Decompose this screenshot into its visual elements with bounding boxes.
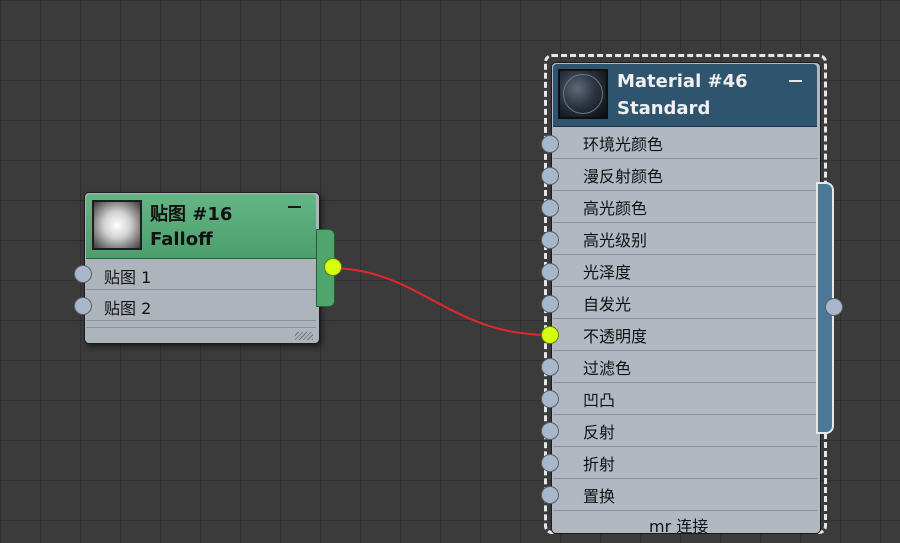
falloff-map-node[interactable]: 贴图 #16 Falloff 贴图 1 贴图 2 (84, 192, 320, 344)
material-slot-row[interactable]: mr 连接 (553, 511, 817, 543)
material-slot-label: 不透明度 (583, 327, 648, 346)
material-slot-label: 漫反射颜色 (583, 167, 664, 186)
falloff-to-opacity-wire[interactable] (332, 267, 550, 336)
material-node[interactable]: Material #46 Standard 环境光颜色 漫反射颜色 高光颜色 高… (541, 54, 841, 536)
material-slot-socket[interactable] (541, 263, 559, 281)
material-slot-label: mr 连接 (649, 517, 709, 536)
material-slot-socket[interactable] (541, 358, 559, 376)
material-minimize-button[interactable] (789, 74, 802, 87)
material-slot-row[interactable]: 高光级别 (553, 223, 817, 255)
falloff-output-socket[interactable] (324, 258, 342, 276)
material-slot-label: 光泽度 (583, 263, 632, 282)
material-slot-row[interactable]: 自发光 (553, 287, 817, 319)
falloff-input-label: 贴图 1 (104, 268, 152, 287)
material-thumbnail (558, 69, 608, 119)
material-slot-socket[interactable] (541, 231, 559, 249)
falloff-node-body[interactable]: 贴图 #16 Falloff 贴图 1 贴图 2 (84, 192, 320, 344)
material-slot-socket[interactable] (541, 486, 559, 504)
material-slot-row[interactable]: 不透明度 (553, 319, 817, 351)
material-node-title: Material #46 (617, 71, 748, 92)
material-slot-row[interactable]: 凹凸 (553, 383, 817, 415)
material-node-header[interactable]: Material #46 Standard (553, 64, 817, 127)
material-slot-row[interactable]: 高光颜色 (553, 191, 817, 223)
material-slot-label: 过滤色 (583, 359, 632, 378)
material-slot-socket-connected[interactable] (541, 326, 559, 344)
material-node-body[interactable]: Material #46 Standard 环境光颜色 漫反射颜色 高光颜色 高… (551, 62, 821, 536)
material-slot-socket[interactable] (541, 167, 559, 185)
falloff-node-header[interactable]: 贴图 #16 Falloff (86, 194, 316, 259)
material-slot-socket[interactable] (541, 135, 559, 153)
resize-grip-icon[interactable] (295, 332, 313, 340)
material-node-subtitle: Standard (617, 98, 711, 119)
material-slot-row[interactable]: 反射 (553, 415, 817, 447)
falloff-input-row[interactable]: 贴图 2 (86, 290, 316, 321)
material-slot-label: 环境光颜色 (583, 135, 664, 154)
material-slot-socket[interactable] (541, 390, 559, 408)
falloff-node-footer (86, 327, 316, 342)
material-slot-label: 高光级别 (583, 231, 648, 250)
material-slot-row[interactable]: 置换 (553, 479, 817, 511)
material-slot-label: 高光颜色 (583, 199, 648, 218)
falloff-node-subtitle: Falloff (150, 229, 213, 250)
material-slot-socket[interactable] (541, 422, 559, 440)
material-slot-label: 折射 (583, 455, 616, 474)
material-slot-row[interactable]: 过滤色 (553, 351, 817, 383)
material-slot-label: 置换 (583, 487, 616, 506)
material-slot-row[interactable]: 光泽度 (553, 255, 817, 287)
falloff-minimize-button[interactable] (288, 200, 301, 213)
material-slot-row[interactable]: 漫反射颜色 (553, 159, 817, 191)
falloff-input-row[interactable]: 贴图 1 (86, 259, 316, 290)
material-output-socket[interactable] (825, 298, 843, 316)
material-slot-row[interactable]: 折射 (553, 447, 817, 479)
falloff-input-socket[interactable] (74, 297, 92, 315)
material-slot-label: 凹凸 (583, 391, 616, 410)
falloff-thumbnail (92, 200, 142, 250)
material-slot-socket[interactable] (541, 295, 559, 313)
falloff-input-socket[interactable] (74, 265, 92, 283)
falloff-node-title: 贴图 #16 (150, 204, 233, 225)
material-slot-label: 反射 (583, 423, 616, 442)
material-slot-label: 自发光 (583, 295, 632, 314)
falloff-input-label: 贴图 2 (104, 299, 152, 318)
material-slot-socket[interactable] (541, 454, 559, 472)
material-slot-row[interactable]: 环境光颜色 (553, 127, 817, 159)
material-slot-socket[interactable] (541, 199, 559, 217)
